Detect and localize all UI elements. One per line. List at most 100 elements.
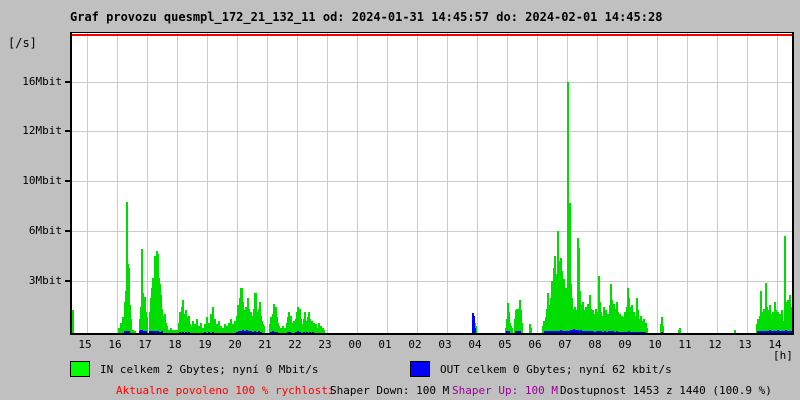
out-traffic-bar <box>644 332 646 333</box>
out-traffic-bar <box>642 332 644 333</box>
in-traffic-bar <box>230 319 232 333</box>
in-traffic-bar <box>662 326 664 333</box>
in-traffic-bar <box>226 326 228 333</box>
x-axis-unit-label: [h] <box>773 349 793 362</box>
in-traffic-bar <box>521 323 523 333</box>
y-tick-label: 6Mbit <box>28 224 62 237</box>
out-traffic-bar <box>149 331 151 333</box>
in-traffic-bar <box>511 328 513 333</box>
shaper-down-label: Shaper Down: 100 M <box>330 384 450 397</box>
in-traffic-bar <box>176 330 178 333</box>
in-traffic-bar <box>214 319 216 333</box>
in-traffic-bar <box>216 324 218 333</box>
out-traffic-bar <box>773 331 775 333</box>
out-traffic-bar <box>250 331 252 333</box>
out-traffic-bar <box>155 331 157 333</box>
out-traffic-bar <box>610 331 612 333</box>
out-traffic-bar <box>309 332 311 333</box>
out-traffic-bar <box>157 331 159 333</box>
out-traffic-bar <box>620 332 622 333</box>
out-traffic-bar <box>586 331 588 333</box>
out-traffic-bar <box>246 330 248 333</box>
x-tick-label: 03 <box>438 338 452 351</box>
out-traffic-bar <box>600 331 602 333</box>
out-traffic-bar <box>790 331 792 333</box>
out-traffic-bar <box>153 331 155 333</box>
in-traffic-bar <box>132 330 134 333</box>
out-traffic-bar <box>608 331 610 333</box>
out-traffic-bar <box>562 331 564 333</box>
in-traffic-bar <box>204 324 206 333</box>
in-traffic-bar <box>122 317 124 333</box>
x-tick-label: 21 <box>258 338 272 351</box>
out-traffic-bar <box>161 331 163 333</box>
out-traffic-bar <box>289 332 291 333</box>
vertical-gridline <box>177 33 178 333</box>
y-tick-label: 3Mbit <box>28 274 62 287</box>
out-traffic-bar <box>628 331 630 333</box>
in-traffic-bar <box>210 314 212 333</box>
y-tick-mark <box>65 81 70 83</box>
out-traffic-bar <box>781 331 783 333</box>
vertical-gridline <box>537 33 538 333</box>
out-traffic-bar <box>519 331 521 333</box>
in-traffic-bar <box>646 328 648 333</box>
out-traffic-bar <box>618 332 620 333</box>
y-tick-label: 12Mbit <box>22 124 62 137</box>
out-traffic-bar <box>564 331 566 333</box>
x-tick-label: 02 <box>408 338 422 351</box>
out-traffic-bar <box>248 331 250 333</box>
out-traffic-bar <box>580 330 582 333</box>
out-traffic-bar <box>570 330 572 333</box>
in-traffic-bar <box>192 321 194 333</box>
vertical-gridline <box>267 33 268 333</box>
in-traffic-bar <box>120 323 122 333</box>
out-traffic-bar <box>590 331 592 333</box>
out-traffic-bar <box>258 331 260 333</box>
out-traffic-bar <box>558 331 560 333</box>
vertical-gridline <box>597 33 598 333</box>
in-traffic-bar <box>318 323 320 333</box>
in-traffic-bar <box>284 328 286 333</box>
x-tick-label: 20 <box>228 338 242 351</box>
out-traffic-bar <box>254 331 256 333</box>
out-traffic-bar <box>775 331 777 333</box>
out-traffic-bar <box>256 332 258 333</box>
out-traffic-bar <box>204 332 206 333</box>
out-traffic-bar <box>582 331 584 333</box>
out-traffic-bar <box>276 332 278 333</box>
x-tick-label: 22 <box>288 338 302 351</box>
out-traffic-bar <box>179 332 181 333</box>
in-traffic-bar <box>166 326 168 333</box>
x-tick-label: 01 <box>378 338 392 351</box>
out-traffic-bar <box>622 332 624 333</box>
out-traffic-bar <box>598 331 600 333</box>
out-traffic-bar <box>546 331 548 333</box>
out-traffic-bar <box>624 332 626 333</box>
out-traffic-bar <box>517 331 519 333</box>
in-traffic-bar <box>130 319 132 333</box>
out-traffic-bar <box>550 331 552 333</box>
out-traffic-bar <box>763 331 765 333</box>
x-tick-label: 07 <box>558 338 572 351</box>
x-tick-label: 19 <box>198 338 212 351</box>
out-traffic-bar <box>584 331 586 333</box>
in-traffic-bar <box>134 331 136 333</box>
out-traffic-bar <box>602 332 604 333</box>
out-traffic-bar <box>552 331 554 333</box>
vertical-gridline <box>657 33 658 333</box>
out-series-swatch <box>410 361 430 377</box>
x-tick-label: 13 <box>738 338 752 351</box>
out-traffic-bar <box>783 331 785 333</box>
in-traffic-bar <box>278 326 280 333</box>
in-traffic-bar <box>232 324 234 333</box>
vertical-gridline <box>477 33 478 333</box>
horizontal-gridline <box>72 281 792 282</box>
out-traffic-bar <box>560 330 562 333</box>
out-traffic-bar <box>238 331 240 333</box>
out-traffic-bar <box>640 332 642 333</box>
in-series-label: IN celkem 2 Gbytes; nyní 0 Mbit/s <box>100 363 319 376</box>
x-tick-label: 11 <box>678 338 692 351</box>
in-traffic-bar <box>282 326 284 333</box>
vertical-gridline <box>387 33 388 333</box>
